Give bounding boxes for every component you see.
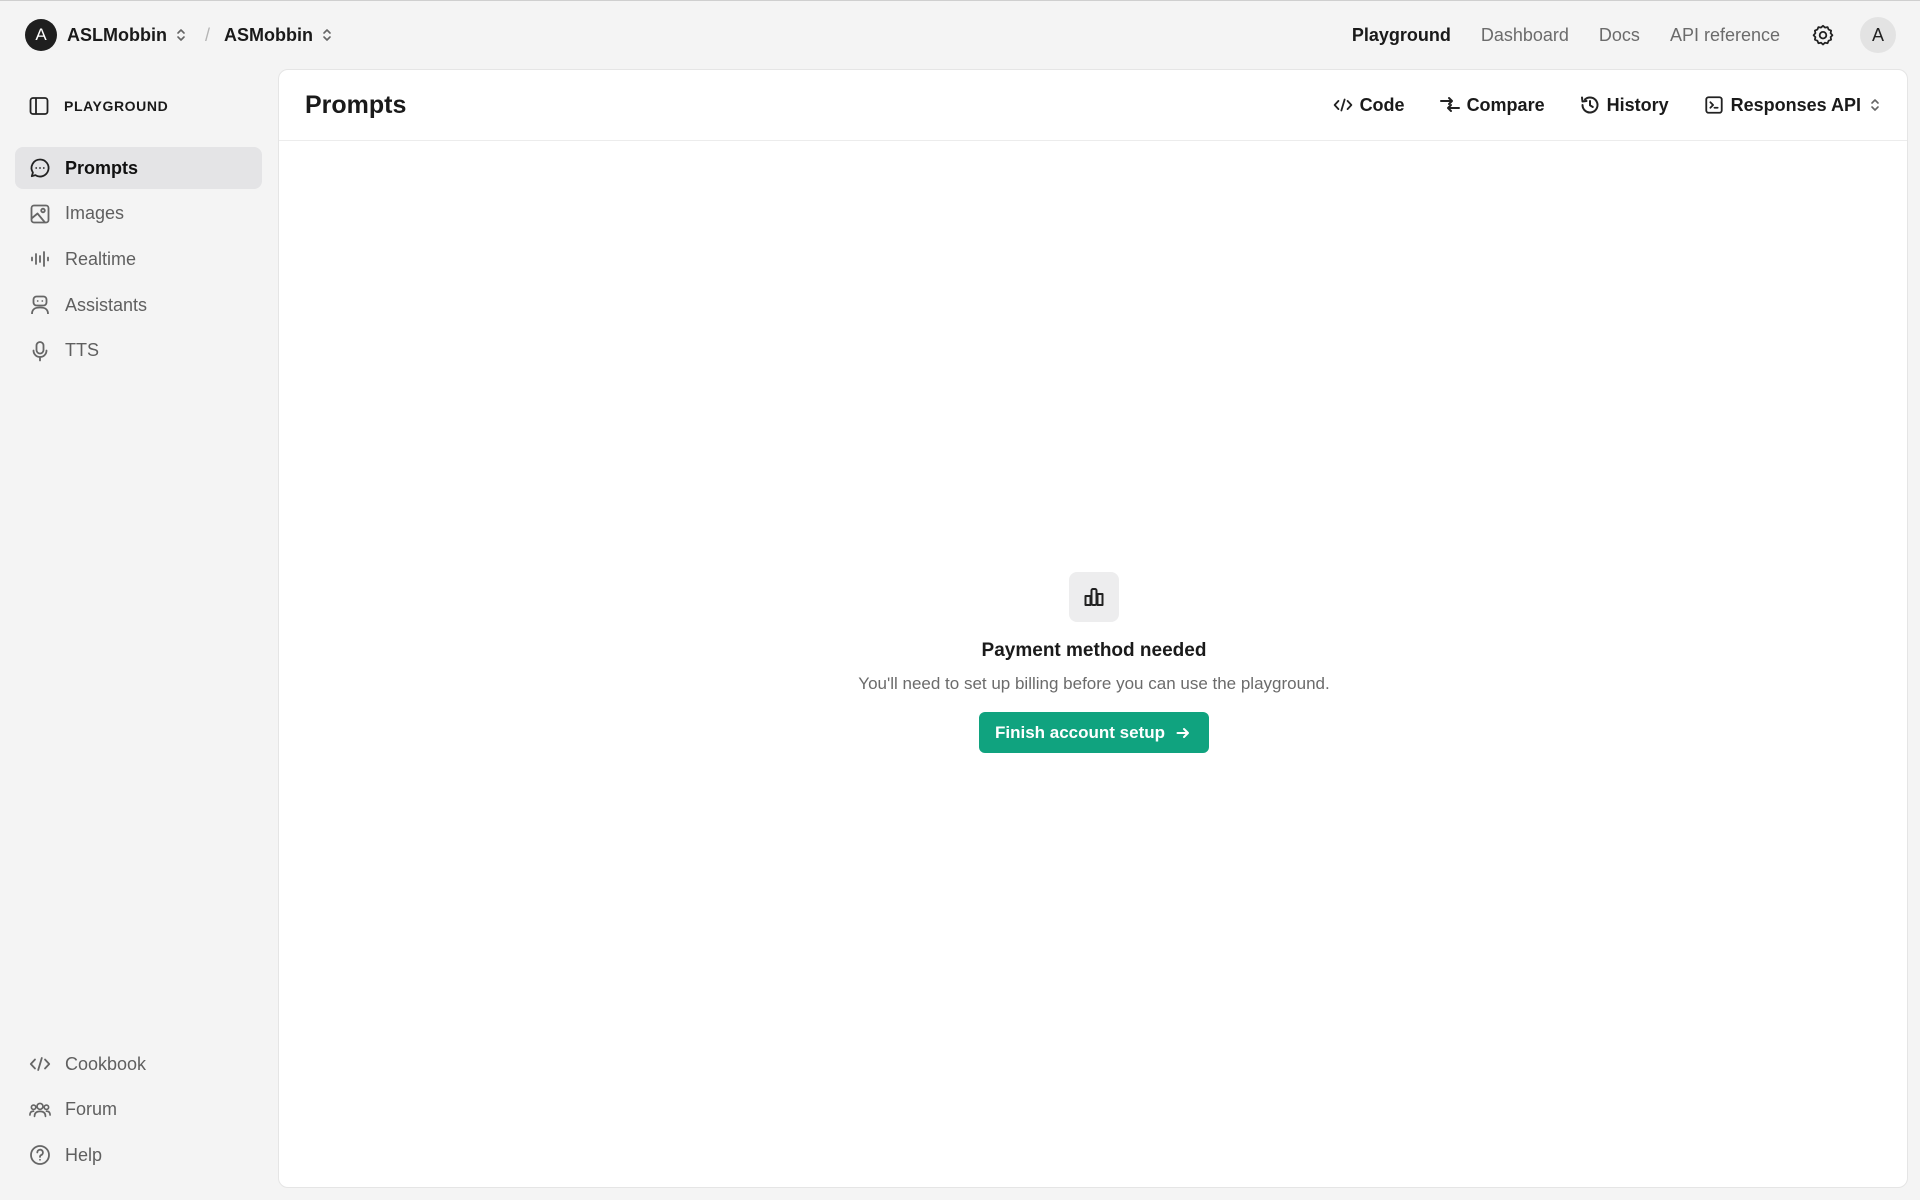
top-bar: A ASLMobbin / ASMobbin Playground Dashbo… [0, 1, 1920, 69]
code-icon [1332, 94, 1354, 116]
sidebar: PLAYGROUND Prompts Images Realtime Assis… [0, 69, 278, 1200]
org-avatar: A [25, 19, 57, 51]
code-button-label: Code [1359, 94, 1405, 115]
terminal-icon [1703, 94, 1725, 116]
nav-docs[interactable]: Docs [1599, 25, 1640, 46]
sidebar-item-prompts[interactable]: Prompts [15, 147, 262, 189]
empty-state-subtitle: You'll need to set up billing before you… [858, 674, 1330, 693]
org-switcher[interactable]: A ASLMobbin [25, 19, 187, 51]
sidebar-item-label: Assistants [65, 294, 148, 315]
empty-state-title: Payment method needed [981, 640, 1207, 661]
org-name: ASLMobbin [67, 24, 167, 45]
code-button[interactable]: Code [1332, 94, 1405, 116]
code-icon [29, 1053, 51, 1075]
arrow-right-icon [1175, 725, 1191, 741]
sidebar-item-cookbook[interactable]: Cookbook [15, 1043, 262, 1085]
project-switcher[interactable]: ASMobbin [224, 25, 333, 46]
gear-icon[interactable] [1810, 22, 1836, 48]
users-icon [29, 1099, 51, 1121]
audio-wave-icon [29, 248, 51, 270]
sidebar-item-assistants[interactable]: Assistants [15, 284, 262, 326]
sidebar-header-label: PLAYGROUND [64, 98, 169, 114]
responses-api-select[interactable]: Responses API [1703, 94, 1881, 116]
sidebar-item-images[interactable]: Images [15, 193, 262, 235]
compare-button[interactable]: Compare [1439, 94, 1545, 116]
robot-icon [29, 294, 51, 316]
compare-button-label: Compare [1466, 94, 1545, 115]
sidebar-item-label: Images [65, 203, 125, 224]
image-icon [29, 203, 51, 225]
chevron-up-down-icon [177, 29, 185, 41]
header-actions: Code Compare History Responses API [1332, 94, 1881, 116]
responses-api-label: Responses API [1730, 94, 1861, 115]
finish-account-setup-button[interactable]: Finish account setup [978, 712, 1210, 753]
nav-api-reference[interactable]: API reference [1670, 25, 1780, 46]
user-avatar[interactable]: A [1860, 17, 1896, 53]
finish-account-setup-label: Finish account setup [994, 722, 1166, 742]
microphone-icon [29, 340, 51, 362]
sidebar-item-label: Forum [65, 1099, 118, 1120]
chat-bubble-icon [29, 157, 51, 179]
sidebar-header[interactable]: PLAYGROUND [28, 95, 168, 117]
sidebar-item-help[interactable]: Help [15, 1134, 262, 1176]
project-name: ASMobbin [224, 24, 313, 45]
page-title: Prompts [305, 90, 407, 119]
sidebar-item-label: Realtime [65, 248, 137, 269]
bar-chart-icon [1069, 572, 1119, 622]
sidebar-item-realtime[interactable]: Realtime [15, 238, 262, 280]
history-button-label: History [1606, 94, 1669, 115]
sidebar-item-tts[interactable]: TTS [15, 330, 262, 372]
help-circle-icon [29, 1144, 51, 1166]
sidebar-item-forum[interactable]: Forum [15, 1089, 262, 1131]
chevron-up-down-icon [323, 29, 331, 41]
sidebar-nav: Prompts Images Realtime Assistants TTS [15, 147, 262, 375]
sidebar-item-label: Cookbook [65, 1053, 147, 1074]
main-header: Prompts Code Compare History Responses A… [279, 70, 1907, 141]
compare-icon [1439, 94, 1461, 116]
main-panel: Prompts Code Compare History Responses A… [278, 69, 1908, 1188]
nav-playground[interactable]: Playground [1352, 25, 1451, 46]
breadcrumb-separator: / [204, 24, 210, 45]
top-nav: Playground Dashboard Docs API reference … [1352, 17, 1896, 53]
sidebar-item-label: Prompts [65, 157, 139, 178]
history-button[interactable]: History [1579, 94, 1669, 116]
sidebar-toggle-icon[interactable] [28, 95, 50, 117]
chevron-up-down-icon [1871, 99, 1879, 111]
sidebar-item-label: Help [65, 1144, 103, 1165]
sidebar-item-label: TTS [65, 340, 99, 361]
empty-state: Payment method needed You'll need to set… [279, 572, 1909, 753]
history-icon [1579, 94, 1601, 116]
nav-dashboard[interactable]: Dashboard [1481, 25, 1569, 46]
sidebar-footer: Cookbook Forum Help [15, 1043, 262, 1180]
